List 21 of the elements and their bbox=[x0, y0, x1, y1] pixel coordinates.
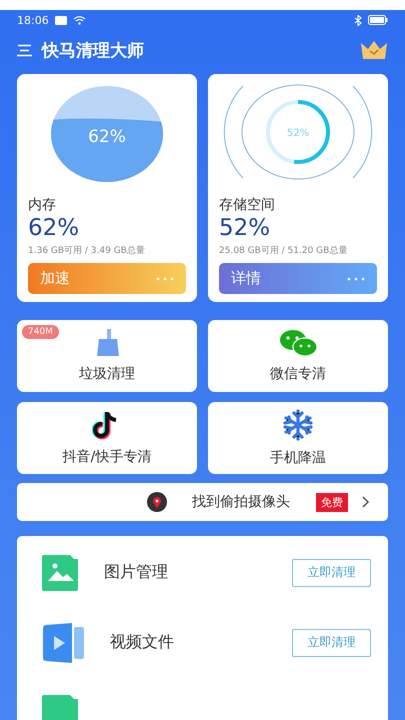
feature-tile[interactable]: 740M 垃圾清理 bbox=[17, 320, 197, 392]
gauge-percent: 62% bbox=[88, 127, 126, 147]
status-time: 18:06 bbox=[17, 14, 49, 26]
card-title: 内存 bbox=[28, 196, 57, 214]
file-category-label: 图片管理 bbox=[104, 562, 169, 583]
feature-tile[interactable]: 微信专清 bbox=[208, 320, 388, 392]
app-title: 快马清理大师 bbox=[42, 40, 144, 62]
size-badge: 740M bbox=[22, 325, 59, 339]
free-badge: 免费 bbox=[316, 492, 348, 512]
usage-percent: 52% bbox=[219, 214, 272, 242]
file-category-label: 视频文件 bbox=[110, 632, 175, 653]
banner-label: 找到偷拍摄像头 bbox=[192, 493, 290, 511]
card-title: 存储空间 bbox=[219, 196, 276, 214]
camera-banner[interactable]: 找到偷拍摄像头 免费 bbox=[17, 483, 388, 521]
action-button[interactable]: 详情 bbox=[219, 263, 377, 294]
usage-percent: 62% bbox=[28, 214, 80, 242]
feature-tile[interactable]: 抖音/快手专清 bbox=[17, 402, 197, 474]
usage-detail: 1.36 GB可用 / 3.49 GB总量 bbox=[28, 244, 146, 257]
gauge-percent: 52% bbox=[286, 128, 310, 139]
feature-tile[interactable]: 手机降温 bbox=[208, 402, 388, 474]
usage-detail: 25.08 GB可用 / 51.20 GB总量 bbox=[219, 244, 348, 257]
